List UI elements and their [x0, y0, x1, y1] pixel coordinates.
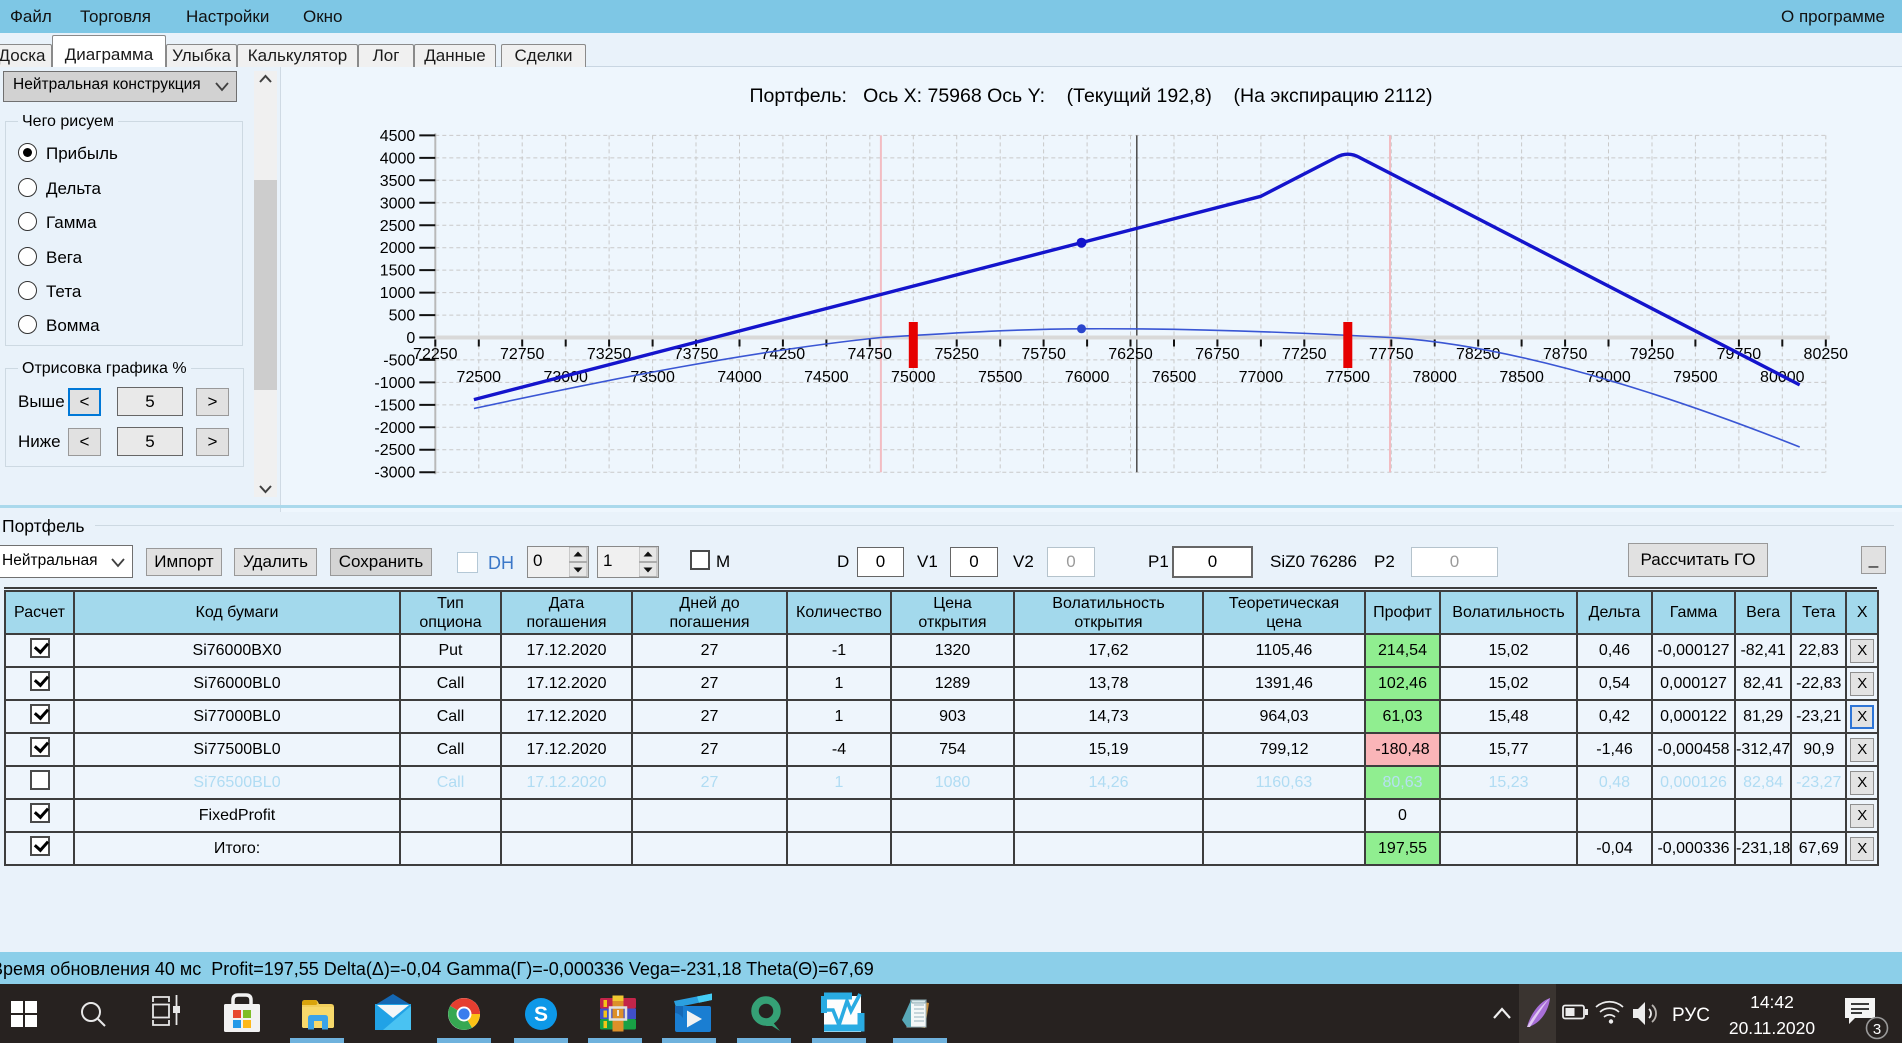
svg-text:76500: 76500 [1152, 369, 1197, 386]
svg-text:-3000: -3000 [374, 465, 415, 482]
svg-text:1500: 1500 [380, 263, 416, 280]
svg-text:74250: 74250 [761, 346, 806, 363]
svg-text:77500: 77500 [1326, 369, 1371, 386]
svg-text:-1000: -1000 [374, 375, 415, 392]
svg-text:74500: 74500 [804, 369, 849, 386]
svg-text:2500: 2500 [380, 218, 416, 235]
svg-text:76250: 76250 [1108, 346, 1153, 363]
svg-text:79250: 79250 [1630, 346, 1675, 363]
svg-text:79500: 79500 [1673, 369, 1718, 386]
svg-text:РУС: РУС [1672, 1005, 1710, 1026]
svg-text:-2500: -2500 [374, 442, 415, 459]
svg-text:0: 0 [406, 330, 415, 347]
svg-text:1000: 1000 [380, 285, 416, 302]
svg-text:-2000: -2000 [374, 420, 415, 437]
svg-text:3: 3 [1873, 1021, 1881, 1038]
svg-text:S: S [534, 1003, 548, 1026]
svg-text:20.11.2020: 20.11.2020 [1729, 1018, 1816, 1038]
svg-text:80250: 80250 [1804, 346, 1849, 363]
svg-text:75500: 75500 [978, 369, 1023, 386]
svg-text:74000: 74000 [717, 369, 762, 386]
svg-text:77250: 77250 [1282, 346, 1327, 363]
svg-text:4000: 4000 [380, 150, 416, 167]
svg-text:14:42: 14:42 [1750, 992, 1794, 1012]
svg-text:74750: 74750 [848, 346, 893, 363]
svg-text:73750: 73750 [674, 346, 719, 363]
svg-text:79000: 79000 [1586, 369, 1631, 386]
svg-text:77750: 77750 [1369, 346, 1414, 363]
svg-text:75250: 75250 [934, 346, 979, 363]
svg-text:2000: 2000 [380, 240, 416, 257]
svg-text:78000: 78000 [1412, 369, 1457, 386]
svg-text:77000: 77000 [1239, 369, 1284, 386]
svg-text:4500: 4500 [380, 128, 416, 145]
svg-text:78500: 78500 [1499, 369, 1544, 386]
svg-text:72250: 72250 [413, 346, 458, 363]
svg-text:78750: 78750 [1543, 346, 1588, 363]
svg-text:Портфель: Ось X: 75968 Ось Y: Портфель: Ось X: 75968 Ось Y: (Текущий 1… [750, 85, 1433, 107]
svg-text:-500: -500 [383, 352, 415, 369]
svg-text:72750: 72750 [500, 346, 545, 363]
svg-text:500: 500 [389, 308, 416, 325]
svg-text:-1500: -1500 [374, 397, 415, 414]
svg-text:3500: 3500 [380, 173, 416, 190]
svg-text:76750: 76750 [1195, 346, 1240, 363]
svg-text:75000: 75000 [891, 369, 936, 386]
svg-text:3000: 3000 [380, 195, 416, 212]
svg-text:76000: 76000 [1065, 369, 1110, 386]
svg-text:75750: 75750 [1021, 346, 1066, 363]
svg-text:72500: 72500 [457, 369, 502, 386]
